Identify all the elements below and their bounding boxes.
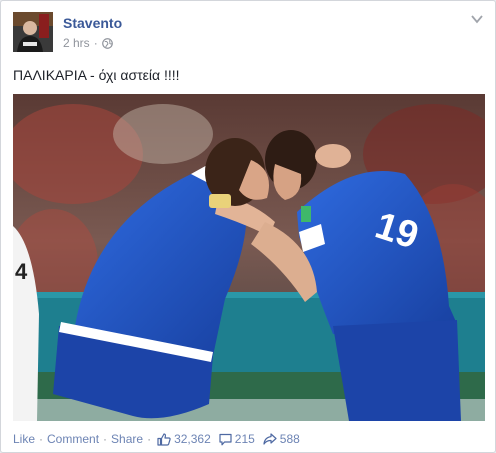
post-text: ΠΑΛΙΚΑΡΙΑ - όχι αστεία !!!! <box>13 67 180 83</box>
comment-button[interactable]: Comment <box>47 432 99 446</box>
comments-count-value: 215 <box>234 432 255 446</box>
chevron-down-icon[interactable] <box>471 14 483 24</box>
post-photo[interactable]: 4 19 <box>13 94 485 421</box>
shares-count[interactable]: 588 <box>263 432 300 446</box>
author-name[interactable]: Stavento <box>63 15 122 31</box>
like-button[interactable]: Like <box>13 432 35 446</box>
post-time[interactable]: 2 hrs <box>63 36 90 50</box>
share-icon <box>263 433 277 445</box>
likes-count[interactable]: 32,362 <box>157 432 211 446</box>
globe-icon[interactable] <box>101 37 113 49</box>
meta-separator: · <box>93 36 98 50</box>
post-actions: Like · Comment · Share · 32,362 215 588 <box>13 430 300 448</box>
action-separator: · <box>103 432 108 446</box>
likes-count-value: 32,362 <box>174 432 211 446</box>
facebook-post: Stavento 2 hrs · ΠΑΛΙΚΑΡΙΑ - όχι αστεία … <box>0 0 496 453</box>
avatar[interactable] <box>13 12 53 52</box>
comment-icon <box>219 433 232 445</box>
share-button[interactable]: Share <box>111 432 143 446</box>
shares-count-value: 588 <box>279 432 300 446</box>
action-separator: · <box>147 432 152 446</box>
action-separator: · <box>39 432 44 446</box>
post-meta: 2 hrs · <box>63 36 113 50</box>
post-header: Stavento 2 hrs · <box>13 12 483 54</box>
thumbs-up-icon <box>157 432 171 446</box>
comments-count[interactable]: 215 <box>219 432 255 446</box>
svg-text:4: 4 <box>15 259 28 284</box>
